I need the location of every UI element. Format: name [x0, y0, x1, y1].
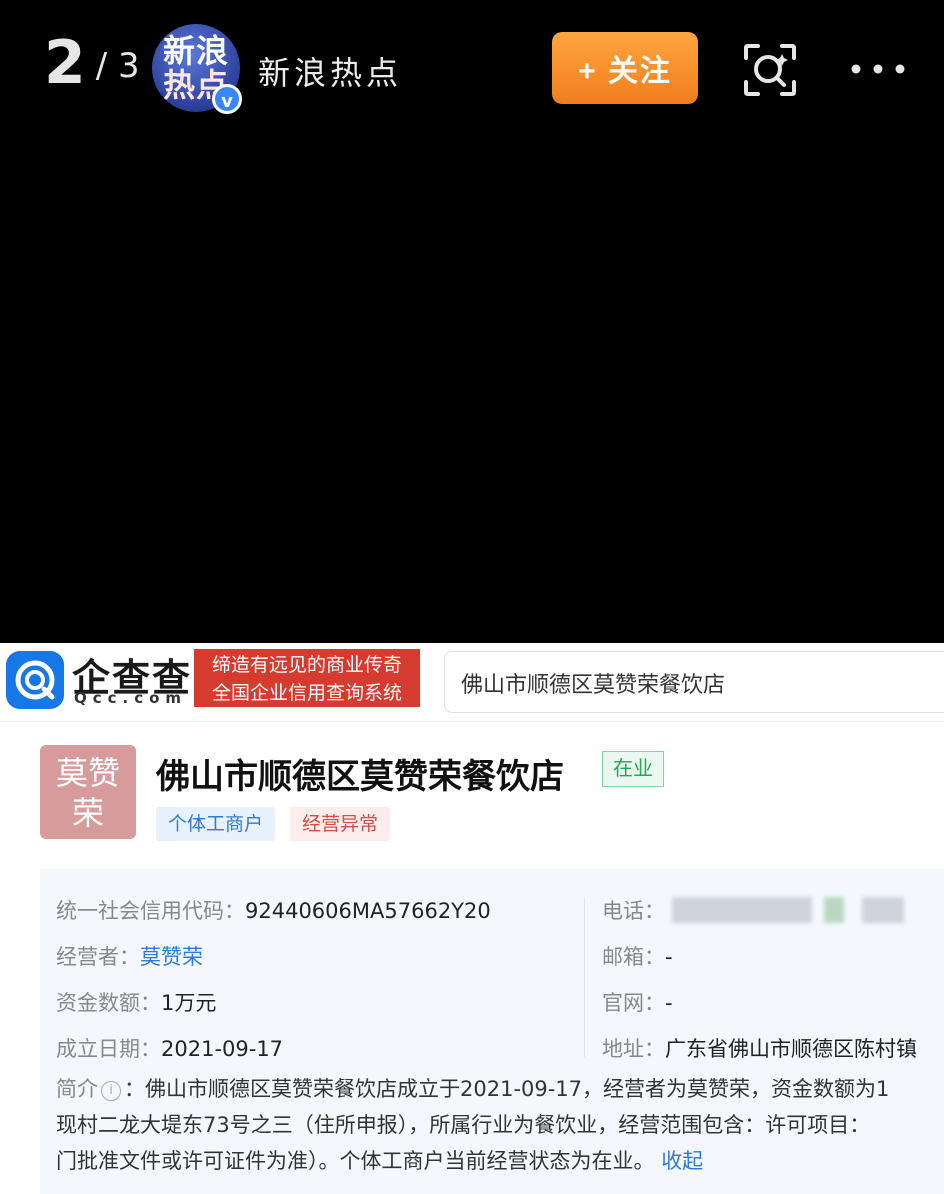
collapse-link[interactable]: 收起	[661, 1149, 703, 1173]
intro-line3-row: 门批准文件或许可证件为准）。个体工商户当前经营状态为在业。 收起	[56, 1143, 944, 1179]
counter-current: 2	[44, 28, 86, 98]
capital-value: 1万元	[161, 991, 217, 1015]
credit-code-field: 统一社会信用代码：92440606MA57662Y20	[56, 895, 491, 925]
capital-label: 资金数额：	[56, 991, 161, 1015]
tag-abnormal[interactable]: 经营异常	[290, 807, 391, 841]
company-avatar-line2: 荣	[71, 794, 104, 832]
credit-code-value: 92440606MA57662Y20	[245, 899, 491, 923]
address-value: 广东省佛山市顺德区陈村镇	[665, 1037, 917, 1061]
website-field: 官网：-	[602, 987, 673, 1017]
operator-link[interactable]: 莫赞荣	[140, 945, 203, 969]
founded-label: 成立日期：	[56, 1037, 161, 1061]
qcc-header: 企查查 Qcc.com 缔造有远见的商业传奇 全国企业信用查询系统 佛山市顺德区…	[0, 643, 944, 722]
verified-badge-icon: v	[212, 84, 242, 114]
image-counter: 2/ 3	[44, 28, 140, 98]
info-panel: 统一社会信用代码：92440606MA57662Y20 经营者：莫赞荣 资金数额…	[40, 869, 944, 1194]
intro-line1: ：佛山市顺德区莫赞荣餐饮店成立于2021-09-17，经营者为莫赞荣，资金数额为…	[124, 1077, 890, 1101]
email-field: 邮箱：-	[602, 941, 673, 971]
more-icon[interactable]	[850, 56, 906, 82]
capital-field: 资金数额：1万元	[56, 987, 216, 1017]
operator-label: 经营者：	[56, 945, 140, 969]
intro-label: 简介	[56, 1077, 98, 1101]
slogan-line1: 缔造有远见的商业传奇	[211, 654, 402, 676]
phone-value-blurred	[672, 897, 922, 923]
account-name[interactable]: 新浪热点	[258, 48, 402, 94]
company-avatar-line1: 莫赞	[55, 754, 120, 792]
info-icon[interactable]: i	[101, 1081, 121, 1101]
intro-line3: 门批准文件或许可证件为准）。个体工商户当前经营状态为在业。	[56, 1149, 655, 1173]
address-field: 地址：广东省佛山市顺德区陈村镇	[602, 1033, 917, 1063]
credit-code-label: 统一社会信用代码：	[56, 899, 245, 923]
company-intro: 简介 i ：佛山市顺德区莫赞荣餐饮店成立于2021-09-17，经营者为莫赞荣，资金…	[56, 1071, 944, 1179]
phone-label: 电话：	[602, 899, 665, 923]
avatar-text-line1: 新浪	[162, 32, 229, 70]
counter-total: 3	[118, 46, 140, 86]
slogan-line2: 全国企业信用查询系统	[211, 682, 402, 704]
tag-business-type: 个体工商户	[156, 807, 276, 841]
counter-separator: /	[95, 46, 108, 86]
search-value: 佛山市顺德区莫赞荣餐饮店	[461, 673, 726, 698]
counter-total-group: / 3	[96, 46, 140, 86]
follow-button[interactable]: + 关注	[552, 32, 698, 104]
intro-line2: 现村二龙大堤东73号之三（住所申报），所属行业为餐饮业，经营范围包含：许可项目：	[56, 1113, 871, 1137]
company-title: 佛山市顺德区莫赞荣餐饮店	[156, 757, 564, 797]
intro-line1-row: 简介 i ：佛山市顺德区莫赞荣餐饮店成立于2021-09-17，经营者为莫赞荣，资金…	[56, 1071, 944, 1107]
qcc-slogan: 缔造有远见的商业传奇 全国企业信用查询系统	[194, 649, 420, 707]
company-info-screenshot: 企查查 Qcc.com 缔造有远见的商业传奇 全国企业信用查询系统 佛山市顺德区…	[0, 643, 944, 1194]
email-label: 邮箱：	[602, 945, 665, 969]
scan-icon[interactable]	[742, 42, 798, 98]
website-value: -	[665, 991, 673, 1015]
address-label: 地址：	[602, 1037, 665, 1061]
column-divider	[584, 897, 585, 1057]
phone-field: 电话：	[602, 895, 665, 925]
search-input[interactable]: 佛山市顺德区莫赞荣餐饮店	[444, 651, 944, 713]
website-label: 官网：	[602, 991, 665, 1015]
company-name-avatar: 莫赞 荣	[40, 745, 136, 839]
status-badge: 在业	[602, 751, 664, 787]
top-bar: 2/ 3 新浪 热点 v 新浪热点 + 关注	[0, 0, 944, 130]
founded-value: 2021-09-17	[161, 1037, 284, 1061]
operator-field: 经营者：莫赞荣	[56, 941, 203, 971]
qcc-domain: Qcc.com	[74, 689, 188, 707]
founded-field: 成立日期：2021-09-17	[56, 1033, 283, 1063]
email-value: -	[665, 945, 673, 969]
qcc-logo-icon	[6, 651, 64, 709]
